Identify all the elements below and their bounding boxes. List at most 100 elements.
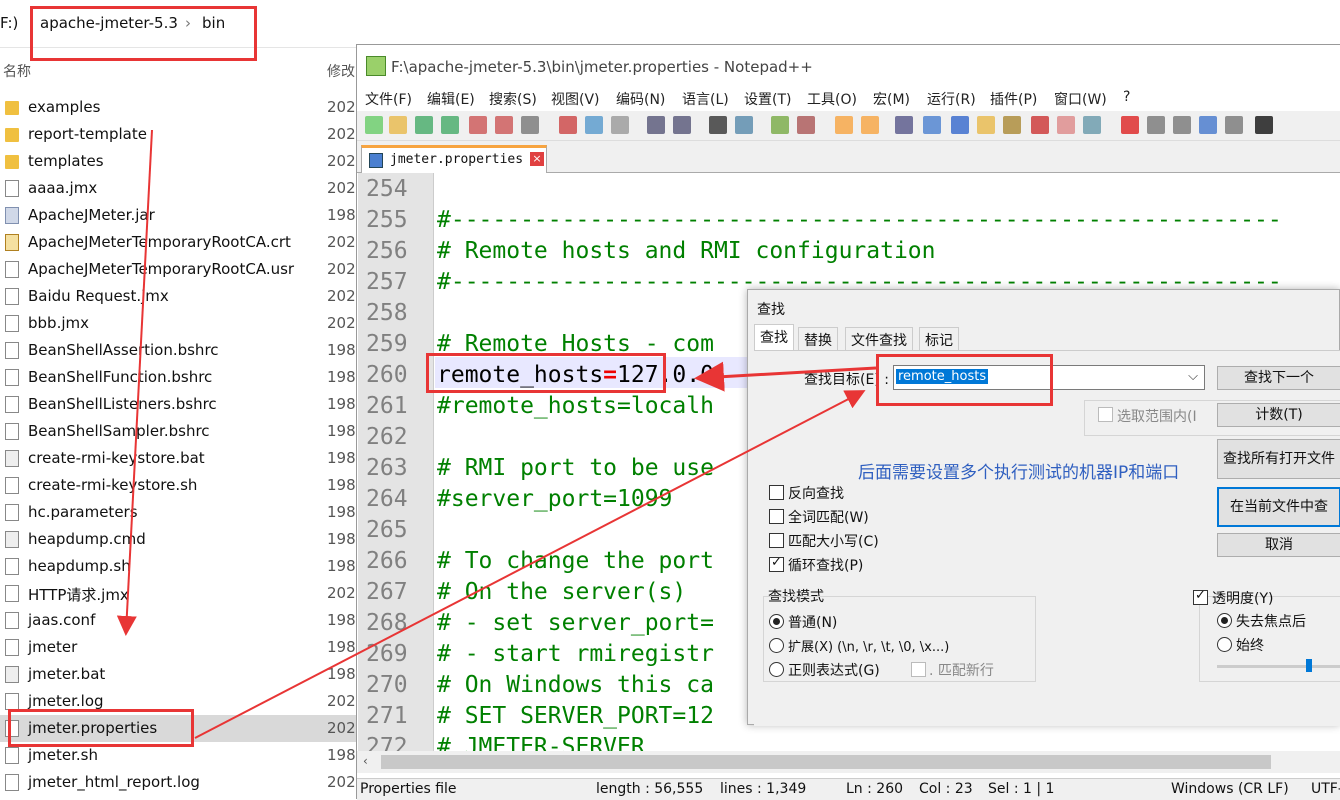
- undo-icon[interactable]: [647, 116, 665, 134]
- cut-icon[interactable]: [559, 116, 577, 134]
- in-selection-checkbox[interactable]: [1098, 407, 1113, 422]
- record-macro-icon[interactable]: [1121, 116, 1139, 134]
- file-row[interactable]: ApacheJMeterTemporaryRootCA.crt2020: [0, 229, 360, 256]
- monitor-icon[interactable]: [1083, 116, 1101, 134]
- open-file-icon[interactable]: [389, 116, 407, 134]
- run-macro-multiple-icon[interactable]: [1199, 116, 1217, 134]
- file-row[interactable]: ApacheJMeter.jar1980: [0, 202, 360, 229]
- udl-icon[interactable]: [977, 116, 995, 134]
- copy-icon[interactable]: [585, 116, 603, 134]
- trans-always-radio[interactable]: [1217, 637, 1232, 652]
- sync-horizontal-icon[interactable]: [861, 116, 879, 134]
- sync-vertical-icon[interactable]: [835, 116, 853, 134]
- function-list-icon[interactable]: [1031, 116, 1049, 134]
- save-icon[interactable]: [415, 116, 433, 134]
- code-line[interactable]: # On the server(s): [437, 579, 686, 605]
- file-row[interactable]: jmeter1980: [0, 634, 360, 661]
- file-row[interactable]: Baidu Request.jmx2020: [0, 283, 360, 310]
- trans-lose-focus-radio[interactable]: [1217, 613, 1232, 628]
- scroll-left-icon[interactable]: ‹: [363, 754, 368, 768]
- code-line[interactable]: # SET SERVER_PORT=12: [437, 703, 714, 729]
- mode-extended-radio[interactable]: [769, 638, 784, 653]
- mode-regex-radio[interactable]: [769, 662, 784, 677]
- redo-icon[interactable]: [673, 116, 691, 134]
- menu-item[interactable]: 搜索(S): [489, 89, 537, 109]
- play-macro-icon[interactable]: [1173, 116, 1191, 134]
- menu-item[interactable]: 语言(L): [682, 89, 729, 109]
- whole-word-checkbox[interactable]: [769, 509, 784, 524]
- paste-icon[interactable]: [611, 116, 629, 134]
- file-row[interactable]: jmeter.bat1980: [0, 661, 360, 688]
- cancel-button[interactable]: 取消: [1217, 533, 1340, 557]
- save-all-icon[interactable]: [441, 116, 459, 134]
- file-row[interactable]: BeanShellFunction.bshrc1980: [0, 364, 360, 391]
- transparency-checkbox[interactable]: [1193, 588, 1208, 605]
- code-line[interactable]: # To change the port: [437, 548, 714, 574]
- file-row[interactable]: HTTP请求.jmx2020: [0, 580, 360, 607]
- file-row[interactable]: heapdump.sh1980: [0, 553, 360, 580]
- new-file-icon[interactable]: [365, 116, 383, 134]
- transparency-slider-track[interactable]: [1217, 665, 1340, 668]
- menu-item[interactable]: 运行(R): [927, 89, 976, 109]
- replace-icon[interactable]: [735, 116, 753, 134]
- dot-newline-checkbox[interactable]: [911, 662, 926, 677]
- code-line[interactable]: #---------------------------------------…: [437, 207, 1282, 233]
- file-row[interactable]: report-template2020: [0, 121, 360, 148]
- tab-jmeter-properties[interactable]: jmeter.properties ×: [361, 145, 547, 173]
- file-row[interactable]: BeanShellSampler.bshrc1980: [0, 418, 360, 445]
- indent-guide-icon[interactable]: [951, 116, 969, 134]
- plugin-icon[interactable]: [1255, 116, 1273, 134]
- file-row[interactable]: examples2020: [0, 94, 360, 121]
- zoom-in-icon[interactable]: [771, 116, 789, 134]
- menu-item[interactable]: 设置(T): [744, 89, 791, 109]
- menu-item[interactable]: 窗口(W): [1054, 89, 1107, 109]
- file-row[interactable]: bbb.jmx2020: [0, 310, 360, 337]
- find-all-current-button[interactable]: 在当前文件中查: [1217, 487, 1340, 527]
- find-all-open-button[interactable]: 查找所有打开文件: [1217, 439, 1340, 479]
- tab-mark[interactable]: 标记: [919, 327, 959, 351]
- file-row[interactable]: BeanShellListeners.bshrc1980: [0, 391, 360, 418]
- match-case-checkbox[interactable]: [769, 533, 784, 548]
- code-line[interactable]: # On Windows this ca: [437, 672, 714, 698]
- menu-item[interactable]: 编辑(E): [427, 89, 475, 109]
- menu-item[interactable]: ?: [1123, 89, 1130, 105]
- file-row[interactable]: BeanShellAssertion.bshrc1980: [0, 337, 360, 364]
- file-row[interactable]: templates2020: [0, 148, 360, 175]
- reverse-search-checkbox[interactable]: [769, 485, 784, 500]
- mode-normal-radio[interactable]: [769, 614, 784, 629]
- file-row[interactable]: jmeter_html_report.log2020: [0, 769, 360, 796]
- find-next-button[interactable]: 查找下一个: [1217, 366, 1340, 390]
- tab-replace[interactable]: 替换: [798, 327, 838, 351]
- wrap-around-checkbox[interactable]: [769, 555, 784, 572]
- show-all-chars-icon[interactable]: [923, 116, 941, 134]
- menu-item[interactable]: 插件(P): [990, 89, 1037, 109]
- file-row[interactable]: hc.parameters1980: [0, 499, 360, 526]
- file-row[interactable]: ApacheJMeterTemporaryRootCA.usr2020: [0, 256, 360, 283]
- close-icon[interactable]: [469, 116, 487, 134]
- code-line[interactable]: #server_port=1099: [437, 486, 672, 512]
- code-line[interactable]: # - start rmiregistr: [437, 641, 714, 667]
- print-icon[interactable]: [521, 116, 539, 134]
- transparency-slider-thumb[interactable]: [1306, 659, 1312, 672]
- close-tab-icon[interactable]: ×: [530, 152, 544, 166]
- file-row[interactable]: heapdump.cmd1980: [0, 526, 360, 553]
- doc-map-icon[interactable]: [1003, 116, 1021, 134]
- menu-item[interactable]: 工具(O): [807, 89, 857, 109]
- drive-label[interactable]: F:): [0, 14, 18, 32]
- tab-find-in-files[interactable]: 文件查找: [845, 327, 913, 351]
- chevron-down-icon[interactable]: ⌵: [1188, 369, 1198, 384]
- column-name[interactable]: 名称: [3, 61, 31, 81]
- menu-item[interactable]: 视图(V): [551, 89, 600, 109]
- code-line[interactable]: #remote_hosts=localh: [437, 393, 714, 419]
- code-line[interactable]: # Remote hosts and RMI configuration: [437, 238, 936, 264]
- stop-macro-icon[interactable]: [1147, 116, 1165, 134]
- menu-item[interactable]: 编码(N): [616, 89, 665, 109]
- word-wrap-icon[interactable]: [895, 116, 913, 134]
- horizontal-scrollbar[interactable]: ‹: [357, 751, 1340, 773]
- count-button[interactable]: 计数(T): [1217, 403, 1340, 427]
- column-modified[interactable]: 修改: [327, 61, 355, 81]
- file-row[interactable]: aaaa.jmx2020: [0, 175, 360, 202]
- save-macro-icon[interactable]: [1225, 116, 1243, 134]
- scrollbar-thumb[interactable]: [381, 755, 1271, 769]
- menu-item[interactable]: 宏(M): [873, 89, 910, 109]
